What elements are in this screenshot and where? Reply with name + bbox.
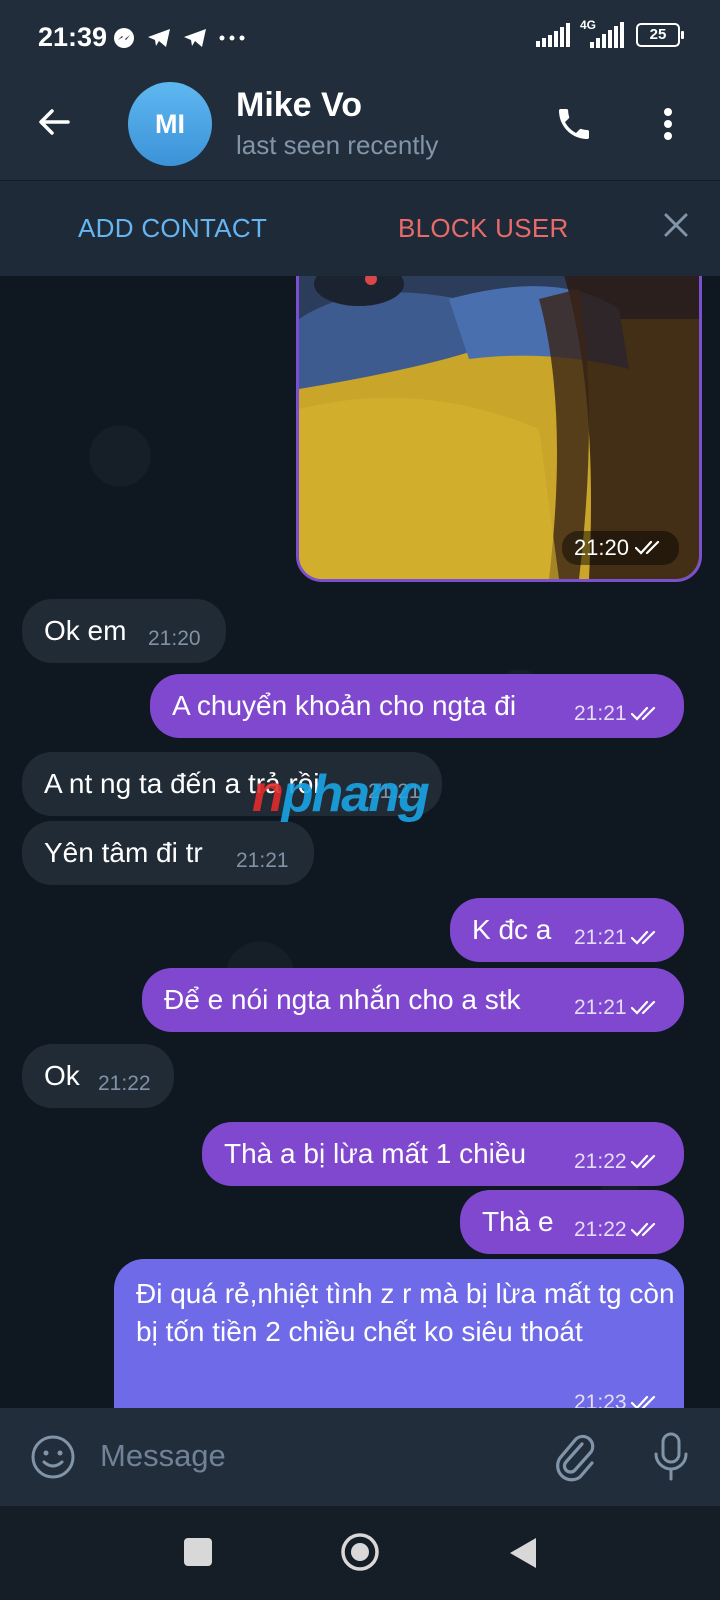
message-text: Ok em <box>44 615 127 646</box>
system-back-button[interactable] <box>508 1536 538 1575</box>
chat-header: MI Mike Vo last seen recently <box>0 78 720 180</box>
system-navigation-bar <box>0 1506 720 1600</box>
message-text: Đi quá rẻ,nhiệt tình z r mà bị lừa mất t… <box>136 1278 675 1347</box>
message-input[interactable]: Message <box>100 1438 226 1474</box>
message-time: 21:20 <box>148 627 201 650</box>
messenger-icon <box>114 28 134 48</box>
double-check-icon <box>635 540 660 555</box>
close-icon <box>664 213 688 237</box>
message-time: 21:21 <box>574 926 627 949</box>
avatar[interactable]: MI <box>128 82 212 166</box>
status-bar: 21:39 4G 25 <box>0 0 720 78</box>
message-text: Thà e <box>482 1206 554 1237</box>
more-options-button[interactable] <box>660 104 676 149</box>
microphone-icon <box>654 1432 688 1481</box>
photo-message[interactable]: 21:20 <box>296 276 702 582</box>
emoji-button[interactable] <box>30 1434 76 1485</box>
telegram-icon <box>184 29 206 47</box>
message-bubble-outgoing[interactable]: Để e nói ngta nhắn cho a stk 21:21 <box>142 968 684 1032</box>
message-time: 21:22 <box>574 1150 627 1173</box>
message-text: Thà a bị lừa mất 1 chiều <box>224 1138 527 1169</box>
message-text: K đc a <box>472 914 552 945</box>
status-time: 21:39 <box>38 22 108 52</box>
message-input-bar: Message <box>0 1408 720 1506</box>
message-time: 21:22 <box>574 1218 627 1241</box>
system-indicators: 4G 25 <box>536 18 684 48</box>
avatar-initials: MI <box>155 108 185 139</box>
message-list[interactable]: 21:20 Ok em 21:20 A chuyển khoản cho ngt… <box>0 276 720 1408</box>
message-bubble-outgoing[interactable]: A chuyển khoản cho ngta đi 21:21 <box>150 674 684 738</box>
message-text: Yên tâm đi tr <box>44 837 203 868</box>
message-bubble-outgoing[interactable]: K đc a 21:21 <box>450 898 684 962</box>
home-circle-icon <box>341 1533 379 1571</box>
message-text: A chuyển khoản cho ngta đi <box>172 690 517 721</box>
message-time-status: 21:21 <box>574 702 663 726</box>
triangle-back-icon <box>510 1538 536 1568</box>
attach-button[interactable] <box>552 1430 596 1487</box>
notification-icons <box>112 26 246 50</box>
signal-4g-icon: 4G <box>580 18 626 48</box>
message-bubble-outgoing[interactable]: Thà a bị lừa mất 1 chiều 21:22 <box>202 1122 684 1186</box>
paperclip-icon <box>556 1434 595 1482</box>
last-seen-status: last seen recently <box>236 130 439 160</box>
recents-button[interactable] <box>184 1538 212 1566</box>
photo-time-text: 21:20 <box>573 535 629 560</box>
battery-level: 25 <box>649 26 667 43</box>
more-vertical-icon <box>664 108 672 140</box>
message-time: 21:21 <box>236 849 289 872</box>
double-check-icon <box>630 1222 655 1237</box>
voice-record-button[interactable] <box>652 1432 690 1487</box>
message-text: Để e nói ngta nhắn cho a stk <box>164 984 521 1015</box>
double-check-icon <box>630 1000 655 1015</box>
watermark-logo: nphang <box>252 764 430 824</box>
message-bubble-incoming[interactable]: Yên tâm đi tr 21:21 <box>22 821 314 885</box>
battery-icon: 25 <box>636 23 684 47</box>
message-time-status: 21:23 <box>574 1391 663 1408</box>
message-time-status: 21:21 <box>574 926 663 950</box>
more-dots-icon <box>219 35 245 41</box>
message-bubble-outgoing[interactable]: Đi quá rẻ,nhiệt tình z r mà bị lừa mất t… <box>114 1259 684 1408</box>
smiley-icon <box>31 1435 75 1479</box>
message-bubble-outgoing[interactable]: Thà e 21:22 <box>460 1190 684 1254</box>
double-check-icon <box>630 1395 655 1408</box>
message-time: 21:21 <box>574 996 627 1019</box>
watermark-text: phang <box>281 765 430 823</box>
signal-icon <box>536 23 570 47</box>
message-text: Ok <box>44 1060 80 1091</box>
add-contact-button[interactable]: ADD CONTACT <box>78 213 267 244</box>
message-bubble-incoming[interactable]: Ok 21:22 <box>22 1044 174 1108</box>
double-check-icon <box>630 930 655 945</box>
arrow-left-icon <box>39 109 70 135</box>
double-check-icon <box>630 1154 655 1169</box>
photo-timestamp: 21:20 <box>561 531 679 565</box>
watermark-prefix: n <box>252 765 284 823</box>
message-bubble-incoming[interactable]: Ok em 21:20 <box>22 599 226 663</box>
phone-icon <box>559 109 589 139</box>
message-time: 21:23 <box>574 1391 627 1408</box>
block-user-button[interactable]: BLOCK USER <box>398 213 569 244</box>
message-time: 21:22 <box>98 1072 151 1095</box>
double-check-icon <box>630 706 655 721</box>
close-action-bar-button[interactable] <box>662 211 690 244</box>
call-button[interactable] <box>554 104 594 149</box>
message-time-status: 21:22 <box>574 1150 663 1174</box>
message-time-status: 21:22 <box>574 1218 663 1242</box>
back-button[interactable] <box>36 104 72 145</box>
home-button[interactable] <box>340 1532 380 1572</box>
chat-title[interactable]: Mike Vo <box>236 86 362 125</box>
contact-action-bar: ADD CONTACT BLOCK USER <box>0 180 720 277</box>
message-time-status: 21:21 <box>574 996 663 1020</box>
message-time: 21:21 <box>574 702 627 725</box>
telegram-icon <box>148 29 170 47</box>
